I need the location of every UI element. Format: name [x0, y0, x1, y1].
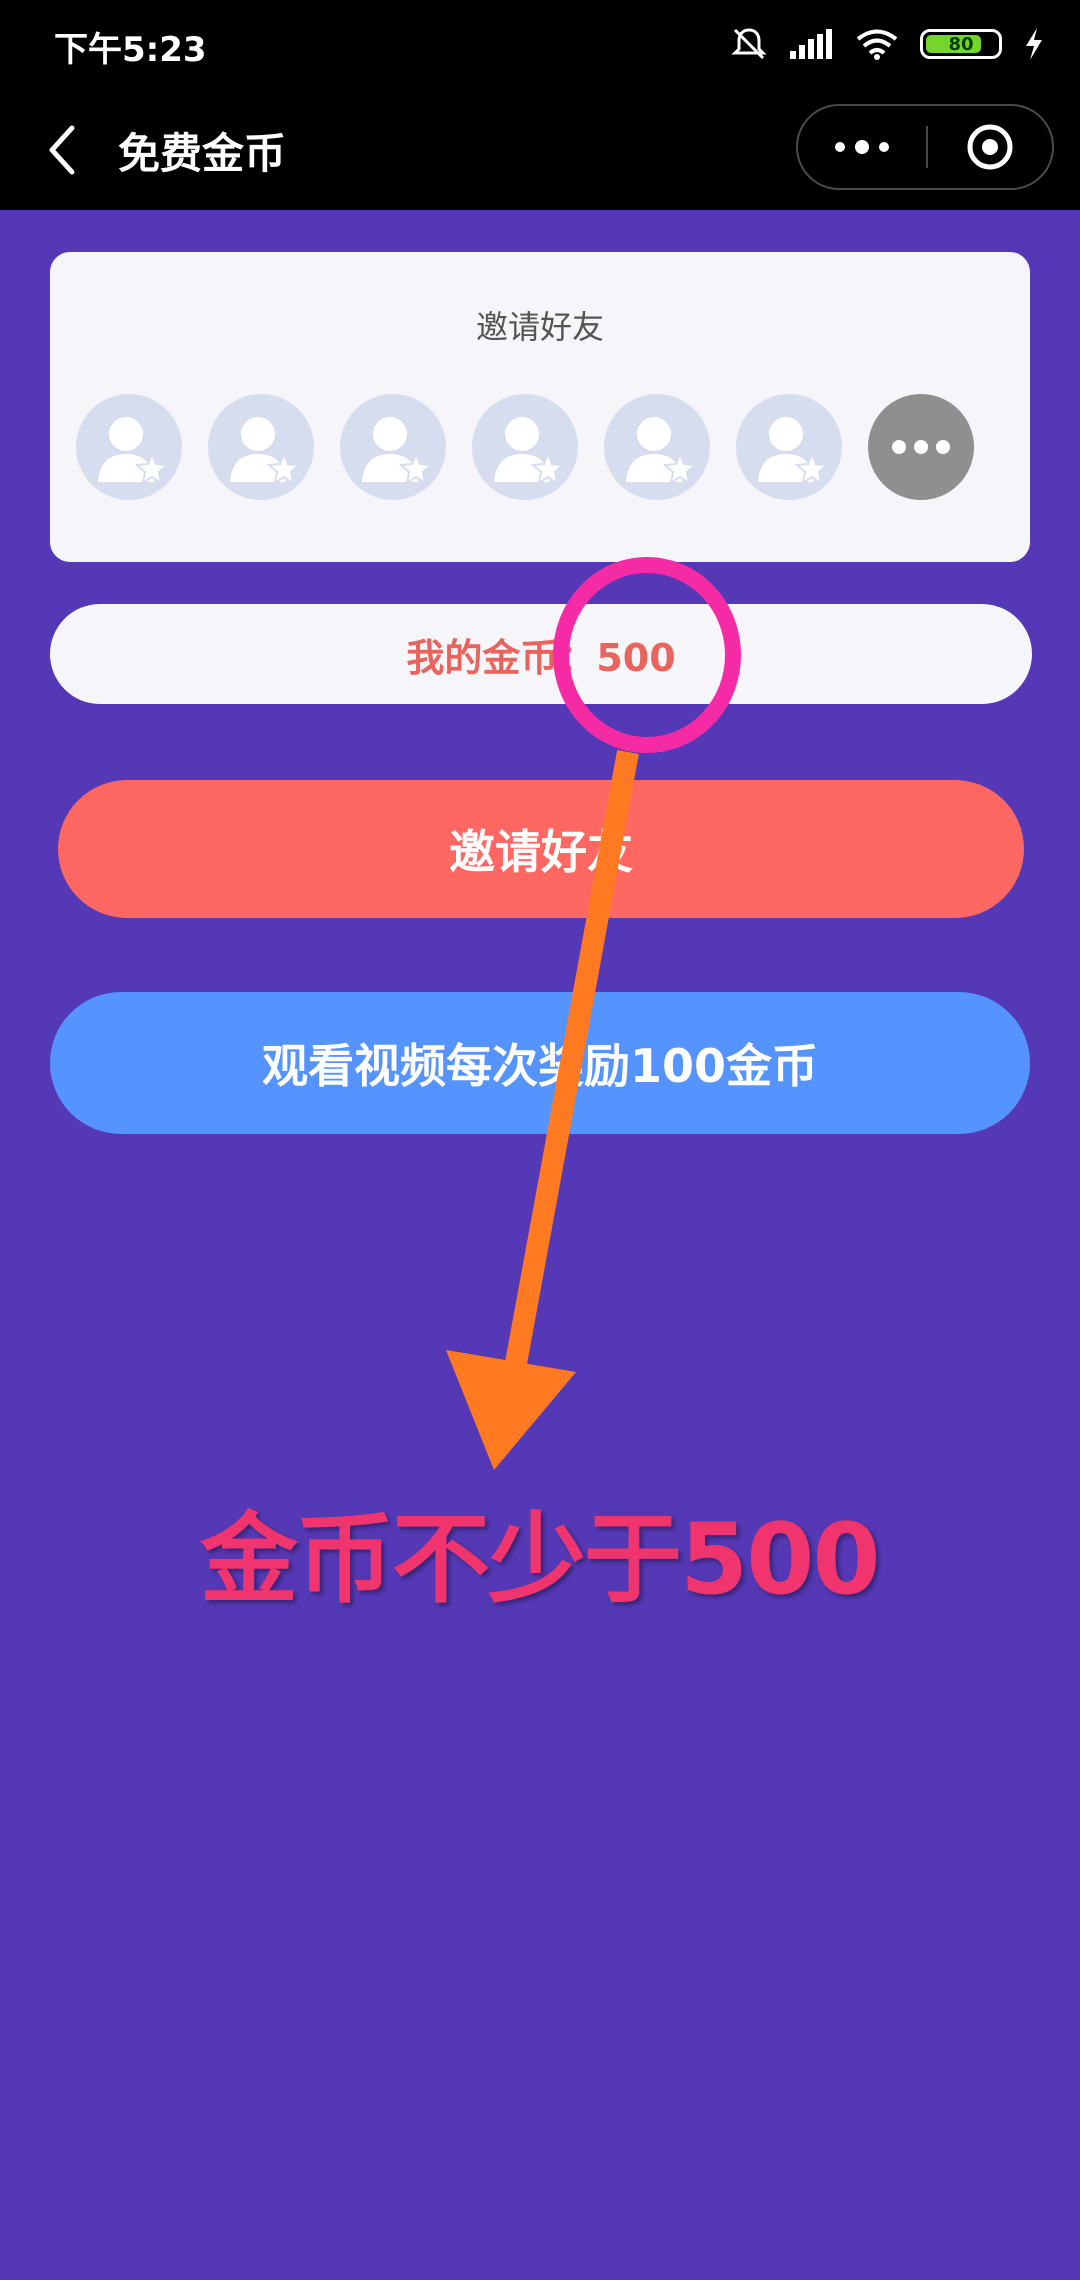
- capsule-more-button[interactable]: [798, 106, 926, 188]
- friend-avatar-slot[interactable]: [340, 394, 446, 500]
- avatar-placeholder-icon: [758, 417, 830, 486]
- status-time: 下午5:23: [54, 30, 207, 70]
- charging-icon: [1026, 28, 1042, 60]
- watch-video-button[interactable]: 观看视频每次奖励100金币: [50, 992, 1030, 1134]
- avatar-placeholder-icon: [494, 417, 566, 486]
- status-bar: 下午5:23 80: [0, 0, 1080, 90]
- annotation-text: 金币不少于500: [200, 1503, 881, 1617]
- more-friends-button[interactable]: [868, 394, 974, 500]
- my-coins-label: 我的金币：500: [406, 635, 676, 680]
- invite-card: 邀请好友: [50, 252, 1030, 562]
- wifi-icon: [856, 29, 898, 60]
- annotation-arrow-head: [446, 1350, 576, 1470]
- menu-capsule: [796, 104, 1054, 190]
- more-dots-icon: [892, 440, 950, 454]
- friend-avatar-slot[interactable]: [208, 394, 314, 500]
- friend-avatar-slot[interactable]: [472, 394, 578, 500]
- watch-video-button-label: 观看视频每次奖励100金币: [261, 1039, 819, 1093]
- avatar-row: [76, 394, 974, 500]
- invite-friends-button[interactable]: 邀请好友: [58, 780, 1024, 918]
- battery-level: 80: [948, 33, 974, 55]
- nav-bar: 免费金币: [0, 90, 1080, 210]
- page-title: 免费金币: [118, 129, 287, 178]
- invite-friends-button-label: 邀请好友: [449, 825, 633, 879]
- back-button[interactable]: [30, 114, 94, 186]
- friend-avatar-slot[interactable]: [736, 394, 842, 500]
- avatar-placeholder-icon: [98, 417, 170, 486]
- signal-icon: [790, 29, 832, 59]
- mute-icon: [731, 28, 767, 60]
- capsule-close-button[interactable]: [928, 106, 1052, 188]
- more-dots-icon: [835, 140, 889, 154]
- avatar-placeholder-icon: [626, 417, 698, 486]
- friend-avatar-slot[interactable]: [76, 394, 182, 500]
- friend-avatar-slot[interactable]: [604, 394, 710, 500]
- invite-card-title: 邀请好友: [475, 308, 604, 346]
- target-close-icon: [967, 124, 1013, 170]
- back-chevron-icon: [49, 125, 75, 175]
- avatar-placeholder-icon: [230, 417, 302, 486]
- avatar-placeholder-icon: [362, 417, 434, 486]
- battery-icon: 80: [920, 29, 1002, 59]
- my-coins-display: 我的金币：500: [50, 604, 1032, 704]
- status-icons: 80: [730, 24, 1044, 64]
